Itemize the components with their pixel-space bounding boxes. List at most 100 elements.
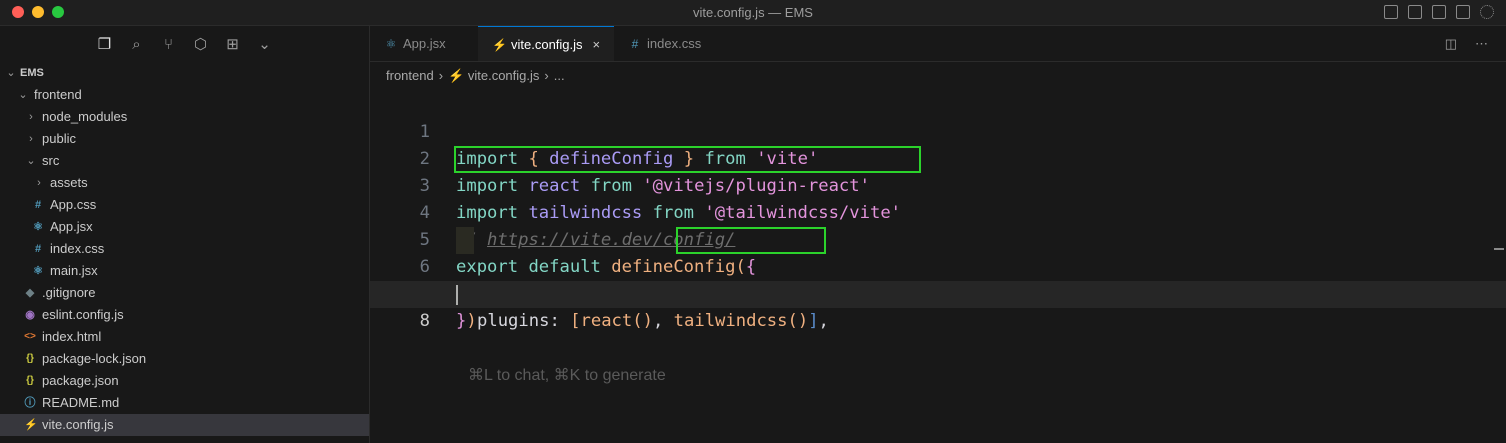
tree-item-public[interactable]: › public <box>0 128 369 150</box>
tree-item-label: package-lock.json <box>42 351 147 366</box>
chevron-down-icon: ⌄ <box>6 67 16 79</box>
file-tree: ⌄ EMS ⌄ frontend › node_modules › public… <box>0 62 369 436</box>
explorer-sidebar: ❐ ⌕ ⑂ ⬡ ⊞ ⌄ ⌄ EMS ⌄ frontend › node_modu… <box>0 26 370 443</box>
tree-item-label: assets <box>50 175 88 190</box>
git-file-icon: ◆ <box>25 287 35 299</box>
explorer-root-ems[interactable]: ⌄ EMS <box>0 62 369 84</box>
code-line[interactable]: 3 import tailwindcss from '@tailwindcss/… <box>370 146 1506 223</box>
tree-item-package-json[interactable]: {} package.json <box>0 370 369 392</box>
chevron-right-icon: › <box>438 68 444 83</box>
tree-item-index-css[interactable]: # index.css <box>0 238 369 260</box>
toggle-panel-icon[interactable] <box>1408 5 1422 19</box>
chevron-right-icon: › <box>37 177 41 189</box>
vite-file-icon: ⚡ <box>492 38 507 52</box>
tree-item-frontend[interactable]: ⌄ frontend <box>0 84 369 106</box>
tree-item-app-css[interactable]: # App.css <box>0 194 369 216</box>
tree-item-label: App.jsx <box>50 219 93 234</box>
code-line[interactable]: 7 }) <box>370 254 1506 331</box>
chevron-right-icon: › <box>544 68 549 83</box>
search-icon[interactable]: ⌕ <box>128 35 146 53</box>
chevron-down-icon: ⌄ <box>18 89 28 101</box>
code-line[interactable]: 2 import react from '@vitejs/plugin-reac… <box>370 119 1506 196</box>
react-file-icon: ⚛ <box>385 37 397 51</box>
tab-vite-config[interactable]: ⚡ vite.config.js × <box>478 26 614 61</box>
highlight-box-import <box>454 146 921 173</box>
json-file-icon: {} <box>26 375 34 386</box>
close-icon[interactable]: × <box>593 37 601 52</box>
tree-item-src[interactable]: ⌄ src <box>0 150 369 172</box>
chevron-right-icon: › <box>29 111 33 123</box>
tab-index-css[interactable]: # index.css <box>614 26 722 61</box>
breadcrumb-folder[interactable]: frontend <box>386 68 434 83</box>
code-text: }) <box>456 311 477 331</box>
code-line[interactable]: 5 export default defineConfig({ <box>370 200 1506 277</box>
indent-guide <box>456 227 474 254</box>
explorer-files-icon[interactable]: ❐ <box>96 35 114 53</box>
tree-item-label: eslint.config.js <box>42 307 124 322</box>
code-line-current[interactable]: 8 ⌘L to chat, ⌘K to generate <box>370 281 1506 384</box>
tree-item-label: main.jsx <box>50 263 98 278</box>
tree-item-label: README.md <box>42 395 120 410</box>
more-actions-icon[interactable]: ⋯ <box>1475 36 1488 52</box>
inline-chat-hint: ⌘L to chat, ⌘K to generate <box>468 367 666 384</box>
tree-item-label: frontend <box>34 87 82 102</box>
code-editor[interactable]: 1 import { defineConfig } from 'vite' 2 … <box>370 92 1506 384</box>
chevron-down-icon: ⌄ <box>26 155 36 167</box>
tree-item-assets[interactable]: › assets <box>0 172 369 194</box>
tree-item-label: vite.config.js <box>42 417 114 432</box>
code-line[interactable]: 1 import { defineConfig } from 'vite' <box>370 92 1506 169</box>
eslint-file-icon: ◉ <box>25 309 35 321</box>
tree-item-eslint-config[interactable]: ◉ eslint.config.js <box>0 304 369 326</box>
tree-item-gitignore[interactable]: ◆ .gitignore <box>0 282 369 304</box>
tree-item-label: index.css <box>50 241 105 256</box>
editor-area: ⚛ App.jsx ⚡ vite.config.js × # index.css ◫ ⋯… <box>370 26 1506 443</box>
tree-item-vite-config[interactable]: ⚡ vite.config.js <box>0 414 369 436</box>
window-title: vite.config.js — EMS <box>693 5 813 20</box>
tree-item-app-jsx[interactable]: ⚛ App.jsx <box>0 216 369 238</box>
explorer-root-label: EMS <box>20 67 44 79</box>
tab-label: vite.config.js <box>511 37 583 52</box>
code-text: plugins: [react(), tailwindcss()], <box>477 311 829 331</box>
breadcrumb-more[interactable]: ... <box>554 68 565 83</box>
tree-item-package-lock[interactable]: {} package-lock.json <box>0 348 369 370</box>
tree-item-node-modules[interactable]: › node_modules <box>0 106 369 128</box>
tab-label: index.css <box>647 36 702 51</box>
highlight-box-plugin <box>676 227 826 254</box>
breadcrumb: frontend › ⚡ vite.config.js ›... <box>370 62 1506 90</box>
tab-label: App.jsx <box>403 36 446 51</box>
split-editor-icon[interactable]: ◫ <box>1445 36 1457 52</box>
tree-item-label: index.html <box>42 329 102 344</box>
toggle-secondary-sidebar-icon[interactable] <box>1432 5 1446 19</box>
extensions-icon[interactable]: ⊞ <box>224 35 242 53</box>
run-debug-icon[interactable]: ⬡ <box>192 35 210 53</box>
html-file-icon: <> <box>24 331 36 342</box>
tree-item-main-jsx[interactable]: ⚛ main.jsx <box>0 260 369 282</box>
scrollbar-marker <box>1494 248 1504 250</box>
react-file-icon: ⚛ <box>33 265 43 277</box>
breadcrumb-file[interactable]: vite.config.js <box>468 68 540 83</box>
source-control-icon[interactable]: ⑂ <box>160 35 178 53</box>
vite-file-icon: ⚡ <box>24 419 38 431</box>
css-file-icon: # <box>34 243 42 255</box>
settings-gear-icon[interactable] <box>1480 5 1494 19</box>
line-number: 8 <box>419 311 430 331</box>
vite-file-icon: ⚡ <box>448 68 465 83</box>
text-cursor <box>456 285 458 305</box>
tree-item-label: src <box>42 153 60 168</box>
toggle-primary-sidebar-icon[interactable] <box>1384 5 1398 19</box>
title-bar: vite.config.js — EMS <box>0 0 1506 26</box>
tree-item-index-html[interactable]: <> index.html <box>0 326 369 348</box>
code-line[interactable]: 4 // https://vite.dev/config/ <box>370 173 1506 250</box>
tree-item-label: App.css <box>50 197 97 212</box>
tab-app-jsx[interactable]: ⚛ App.jsx <box>370 26 478 61</box>
more-views-chevron-icon[interactable]: ⌄ <box>256 35 274 53</box>
json-file-icon: {} <box>26 353 34 364</box>
tree-item-label: package.json <box>42 373 119 388</box>
css-file-icon: # <box>34 199 42 211</box>
react-file-icon: ⚛ <box>33 221 43 233</box>
tree-item-label: .gitignore <box>42 285 96 300</box>
tree-item-readme[interactable]: ⓘ README.md <box>0 392 369 414</box>
editor-tabs: ⚛ App.jsx ⚡ vite.config.js × # index.css ◫ ⋯ <box>370 26 1506 62</box>
extensions-cube-icon[interactable] <box>1456 5 1470 19</box>
code-line[interactable]: 6 plugins: [react(), tailwindcss()], <box>370 227 1506 331</box>
